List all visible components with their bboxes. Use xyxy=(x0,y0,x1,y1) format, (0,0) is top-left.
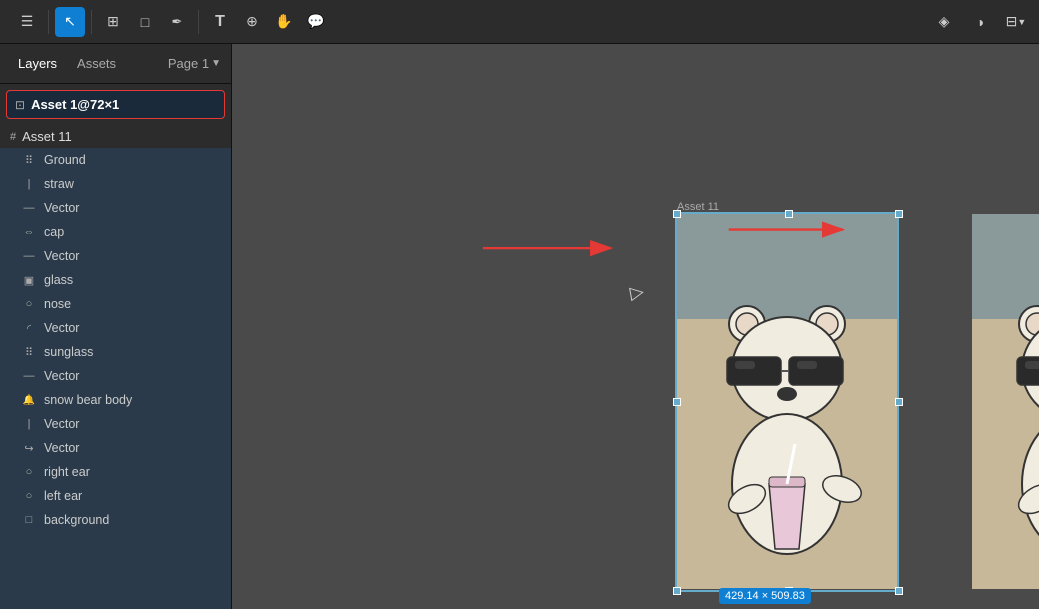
layer-item-vector-5[interactable]: | Vector xyxy=(0,412,231,436)
share-button[interactable]: ◈ xyxy=(929,7,959,37)
toolbar-right-tools: ◈ ◑ ⊟ ▼ xyxy=(929,7,1031,37)
theme-icon: ◑ xyxy=(976,14,984,30)
pen-tool-button[interactable]: ✒ xyxy=(162,7,192,37)
curve-icon: ↪ xyxy=(22,442,36,455)
minus-icon-3: — xyxy=(22,370,36,382)
comment-tool-button[interactable]: 💬 xyxy=(301,7,331,37)
text-tool-button[interactable]: T xyxy=(205,7,235,37)
layer-item-vector-3[interactable]: ◜ Vector xyxy=(0,316,231,340)
minus-icon-2: — xyxy=(22,250,36,262)
main-area: Layers Assets Page 1 ▼ ⊡ Asset 1@72×1 # … xyxy=(0,44,1039,609)
hand-icon: ✋ xyxy=(275,13,292,30)
layer-item-cap[interactable]: ⇔ cap xyxy=(0,220,231,244)
zoom-dropdown-icon: ▼ xyxy=(1017,17,1026,27)
frame-tool-button[interactable]: ⊞ xyxy=(98,7,128,37)
layer-item-straw[interactable]: | straw xyxy=(0,172,231,196)
shape-tool-button[interactable]: □ xyxy=(130,7,160,37)
vline-icon: | xyxy=(22,418,36,430)
asset-component-icon: ⊡ xyxy=(15,98,25,112)
layer-item-right-ear[interactable]: ○ right ear xyxy=(0,460,231,484)
bell-icon: 🔔 xyxy=(22,395,36,406)
menu-button[interactable]: ☰ xyxy=(12,7,42,37)
zoom-button[interactable]: ⊟ ▼ xyxy=(1001,7,1031,37)
component-tool-button[interactable]: ⊕ xyxy=(237,7,267,37)
layer-item-vector-2[interactable]: — Vector xyxy=(0,244,231,268)
handle-bl[interactable] xyxy=(673,587,681,595)
toolbar-left-tools: ☰ ↖ ⊞ □ ✒ T ⊕ ✋ 💬 xyxy=(8,7,335,37)
select-icon: ↖ xyxy=(64,13,76,30)
chevron-down-icon: ▼ xyxy=(211,58,221,69)
pen-icon: ✒ xyxy=(172,14,183,30)
layer-item-vector-1[interactable]: — Vector xyxy=(0,196,231,220)
handle-tl[interactable] xyxy=(673,210,681,218)
canvas-asset-label: Asset 11 xyxy=(677,201,719,213)
layer-item-ground[interactable]: ⠿ Ground xyxy=(0,148,231,172)
layer-list: ⠿ Ground | straw — Vector ⇔ cap — Vector xyxy=(0,148,231,609)
layer-item-background[interactable]: □ background xyxy=(0,508,231,532)
select-tool-button[interactable]: ↖ xyxy=(55,7,85,37)
asset-header[interactable]: ⊡ Asset 1@72×1 xyxy=(6,90,225,119)
handle-mr[interactable] xyxy=(895,398,903,406)
layer-item-glass[interactable]: ▣ glass xyxy=(0,268,231,292)
theme-button[interactable]: ◑ xyxy=(965,7,995,37)
text-icon: T xyxy=(215,13,225,31)
toolbar-separator-3 xyxy=(198,10,199,34)
hand-tool-button[interactable]: ✋ xyxy=(269,7,299,37)
arc-icon: ◜ xyxy=(22,322,36,335)
asset-header-label: Asset 1@72×1 xyxy=(31,97,119,112)
layer-item-vector-4[interactable]: — Vector xyxy=(0,364,231,388)
line-icon: | xyxy=(22,178,36,190)
handle-br[interactable] xyxy=(895,587,903,595)
asset-subheader[interactable]: # Asset 11 xyxy=(0,125,231,148)
layer-item-nose[interactable]: ○ nose xyxy=(0,292,231,316)
toolbar-separator-1 xyxy=(48,10,49,34)
page-selector[interactable]: Page 1 ▼ xyxy=(168,56,221,71)
dimension-label: 429.14 × 509.83 xyxy=(719,588,811,604)
shape-icon: □ xyxy=(141,14,149,30)
sidebar-tabs: Layers Assets Page 1 ▼ xyxy=(0,44,231,84)
handle-tm[interactable] xyxy=(785,210,793,218)
layer-item-snow-bear-body[interactable]: 🔔 snow bear body xyxy=(0,388,231,412)
red-arrows-overlay xyxy=(232,44,1039,609)
toolbar-separator-2 xyxy=(91,10,92,34)
arrows-icon: ⇔ xyxy=(22,226,36,238)
menu-icon: ☰ xyxy=(21,13,34,30)
canvas-area[interactable]: Asset 11 xyxy=(232,44,1039,609)
handle-tr[interactable] xyxy=(895,210,903,218)
layer-item-left-ear[interactable]: ○ left ear xyxy=(0,484,231,508)
handle-ml[interactable] xyxy=(673,398,681,406)
bear-svg-left xyxy=(687,289,887,579)
zoom-icon: ⊟ xyxy=(1006,13,1018,30)
asset-subheader-label: Asset 11 xyxy=(22,129,72,144)
bear-svg-right xyxy=(977,289,1039,579)
comment-icon: 💬 xyxy=(307,13,324,30)
cursor-arrow: ▷ xyxy=(628,281,645,304)
circle-icon: ○ xyxy=(22,466,36,478)
ellipse-icon: ○ xyxy=(22,298,36,310)
grid-dots-icon: ⠿ xyxy=(22,154,36,167)
toolbar: ☰ ↖ ⊞ □ ✒ T ⊕ ✋ 💬 ◈ xyxy=(0,0,1039,44)
circle-icon-2: ○ xyxy=(22,490,36,502)
layer-item-vector-6[interactable]: ↪ Vector xyxy=(0,436,231,460)
layer-item-sunglass[interactable]: ⠿ sunglass xyxy=(0,340,231,364)
frame-icon: ▣ xyxy=(22,274,36,287)
frame-icon: ⊞ xyxy=(107,13,119,30)
grid-icon: # xyxy=(10,131,16,143)
tab-layers[interactable]: Layers xyxy=(10,52,65,75)
component-icon: ⊕ xyxy=(246,13,258,30)
sidebar: Layers Assets Page 1 ▼ ⊡ Asset 1@72×1 # … xyxy=(0,44,232,609)
tab-assets[interactable]: Assets xyxy=(69,52,124,75)
share-icon: ◈ xyxy=(939,13,950,30)
grid-icon-2: ⠿ xyxy=(22,346,36,359)
rect-icon: □ xyxy=(22,514,36,526)
minus-icon: — xyxy=(22,202,36,214)
